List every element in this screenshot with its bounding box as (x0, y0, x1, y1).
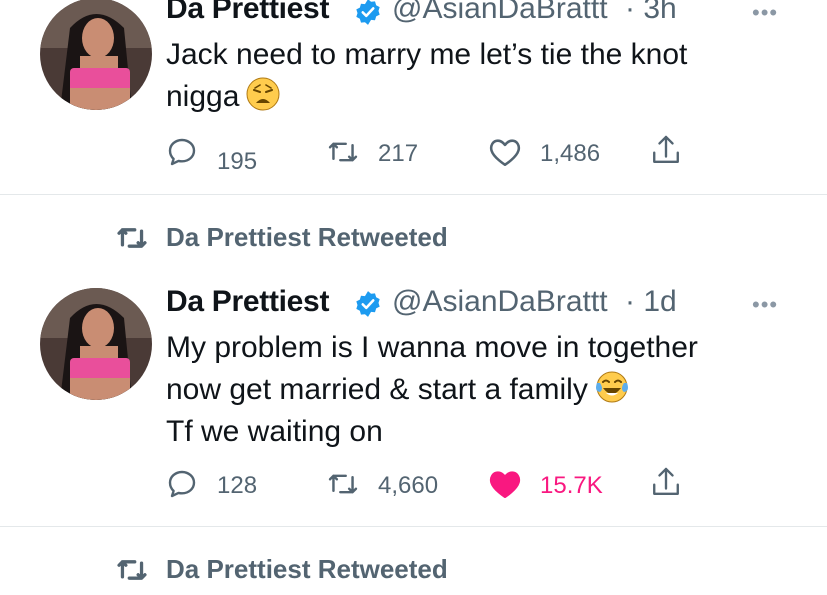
retweet-icon[interactable] (326, 137, 360, 167)
retweet-icon (113, 223, 151, 253)
tweet-text-line: My problem is I wanna move in together (166, 331, 698, 364)
retweeted-by-label[interactable]: Da Prettiest Retweeted (166, 222, 448, 253)
tweet-text-line: Jack need to marry me let’s tie the knot (166, 38, 688, 71)
divider (0, 194, 827, 195)
tweet-text-line: nigga (166, 80, 240, 113)
like-count: 1,486 (540, 140, 601, 167)
retweet-icon (113, 555, 151, 585)
share-icon[interactable] (650, 133, 682, 167)
verified-badge-icon (354, 290, 382, 318)
tweet-timestamp[interactable]: · 3h (625, 0, 677, 26)
verified-badge-icon (354, 0, 382, 26)
share-icon[interactable] (650, 465, 682, 499)
weary-face-emoji-icon (245, 76, 281, 112)
retweet-count: 4,660 (378, 472, 439, 499)
divider (0, 526, 827, 527)
avatar[interactable] (40, 288, 152, 400)
tweet-text-line: now get married & start a family (166, 373, 588, 406)
tears-of-joy-emoji-icon (594, 369, 630, 405)
avatar[interactable] (40, 0, 152, 110)
tweet-text: Jack need to marry me let’s tie the knot… (166, 34, 687, 118)
like-heart-icon[interactable] (488, 468, 522, 500)
retweet-count: 217 (378, 140, 419, 167)
tweet-text: My problem is I wanna move in together n… (166, 327, 698, 453)
more-options-icon[interactable]: ••• (752, 0, 778, 26)
more-options-icon[interactable]: ••• (752, 292, 778, 318)
like-count: 15.7K (540, 472, 603, 499)
tweet-text-line: Tf we waiting on (166, 415, 383, 448)
tweet-timestamp[interactable]: · 1d (625, 285, 677, 319)
retweeted-by-label[interactable]: Da Prettiest Retweeted (166, 554, 448, 585)
like-heart-icon[interactable] (488, 136, 522, 168)
author-handle[interactable]: @AsianDaBrattt (392, 285, 608, 319)
retweet-icon[interactable] (326, 469, 360, 499)
reply-icon[interactable] (166, 468, 198, 500)
author-name[interactable]: Da Prettiest (166, 285, 329, 319)
reply-count: 128 (217, 472, 258, 499)
author-name[interactable]: Da Prettiest (166, 0, 329, 26)
reply-icon[interactable] (166, 136, 198, 168)
reply-count: 195 (217, 148, 258, 175)
author-handle[interactable]: @AsianDaBrattt (392, 0, 608, 26)
